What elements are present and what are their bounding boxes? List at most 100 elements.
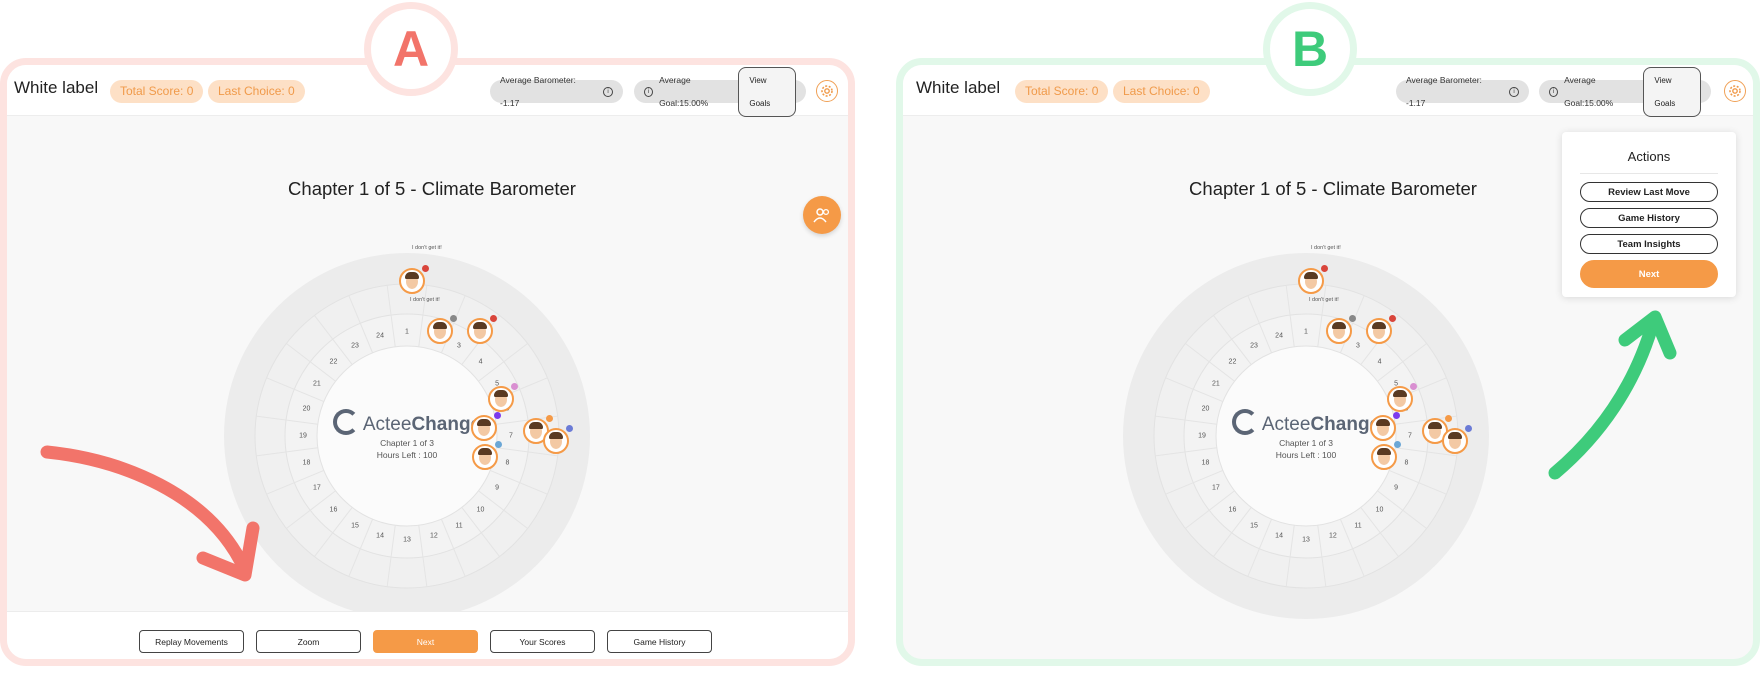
green-arrow-icon	[1548, 310, 1677, 480]
last-choice-pill: Last Choice: 0	[208, 80, 305, 103]
wheel-number: 1	[1304, 328, 1308, 336]
settings-gear-icon[interactable]	[816, 80, 838, 102]
wheel-number: 24	[376, 332, 384, 340]
red-arrow-icon	[40, 445, 260, 582]
player-avatar[interactable]	[488, 386, 514, 412]
player-avatar[interactable]	[471, 415, 497, 441]
player-marker-icon	[546, 415, 553, 422]
player-marker-icon	[422, 265, 429, 272]
wheel-chapter-info: Chapter 1 of 3	[1279, 438, 1333, 448]
wheel-number: 10	[476, 506, 485, 514]
acteechange-logo: ActeeChange	[1231, 409, 1381, 436]
logo-c-icon	[332, 409, 359, 435]
player-avatar[interactable]	[467, 318, 493, 344]
player-marker-icon	[1394, 441, 1401, 448]
wheel-number: 20	[1201, 405, 1210, 413]
player-marker-icon	[1321, 265, 1328, 272]
brand-name: White label	[916, 78, 1001, 97]
player-avatar[interactable]	[399, 268, 425, 294]
wheel-number: 15	[1250, 522, 1258, 530]
wheel-number: 13	[403, 536, 411, 544]
wheel-number: 14	[1275, 532, 1283, 540]
variant-a-badge: A	[364, 2, 458, 96]
your-scores-button[interactable]: Your Scores	[490, 630, 595, 653]
speech-bubble: I don't get it!	[1311, 245, 1341, 251]
wheel-number: 17	[1212, 484, 1220, 492]
player-marker-icon	[1389, 315, 1396, 322]
player-avatar[interactable]	[1387, 386, 1413, 412]
wheel-number: 18	[302, 459, 311, 467]
wheel-number: 21	[313, 380, 321, 388]
player-avatar[interactable]	[472, 444, 498, 470]
wheel-chapter-info: Chapter 1 of 3	[380, 438, 434, 448]
info-icon[interactable]: i	[603, 86, 613, 97]
wheel-number: 16	[1228, 506, 1237, 514]
team-icon	[813, 208, 830, 223]
team-insights-button[interactable]: Team Insights	[1580, 234, 1718, 254]
speech-bubble: I don't get it!	[1309, 297, 1339, 303]
wheel-center: ActeeChange Chapter 1 of 3 Hours Left : …	[1231, 409, 1381, 460]
player-avatar[interactable]	[1371, 444, 1397, 470]
wheel-number: 4	[478, 358, 483, 366]
player-marker-icon	[566, 425, 573, 432]
wheel-center: ActeeChange Chapter 1 of 3 Hours Left : …	[332, 409, 482, 460]
view-goals-button[interactable]: View Goals	[1643, 66, 1701, 117]
wheel-number: 3	[457, 342, 461, 350]
player-avatar[interactable]	[1326, 318, 1352, 344]
team-button[interactable]	[803, 196, 841, 234]
climate-barometer-wheel: 13456789101112131415161718192021222324 A…	[222, 245, 592, 621]
game-history-button[interactable]: Game History	[607, 630, 712, 653]
player-marker-icon	[1445, 415, 1452, 422]
average-goal-label: Average Goal:15.00%	[1564, 74, 1614, 108]
player-avatar[interactable]	[1370, 415, 1396, 441]
average-barometer-pill: Average Barometer: -1.17 i	[1396, 75, 1529, 108]
chapter-title: Chapter 1 of 5 - Climate Barometer	[1189, 178, 1477, 199]
wheel-number: 7	[1408, 432, 1412, 440]
player-avatar[interactable]	[1366, 318, 1392, 344]
player-marker-icon	[494, 412, 501, 419]
info-icon[interactable]: i	[1509, 86, 1519, 97]
wheel-number: 22	[1228, 358, 1237, 366]
player-avatar[interactable]	[1298, 268, 1324, 294]
view-goals-button[interactable]: View Goals	[738, 66, 796, 117]
settings-gear-icon[interactable]	[1724, 80, 1746, 102]
brand-name: White label	[14, 78, 99, 97]
wheel-number: 13	[1302, 536, 1310, 544]
hours-left: Hours Left : 100	[376, 450, 438, 460]
total-score-pill: Total Score: 0	[110, 80, 204, 103]
wheel-number: 23	[1250, 342, 1258, 350]
player-avatar[interactable]	[427, 318, 453, 344]
wheel-number: 19	[299, 432, 307, 440]
player-marker-icon	[490, 315, 497, 322]
player-avatar[interactable]	[1442, 428, 1468, 454]
player-marker-icon	[450, 315, 457, 322]
next-button[interactable]: Next	[373, 630, 478, 653]
zoom-button[interactable]: Zoom	[256, 630, 361, 653]
replay-movements-button[interactable]: Replay Movements	[139, 630, 244, 653]
wheel-number: 19	[1198, 432, 1206, 440]
logo-c-icon	[1231, 409, 1258, 435]
info-icon[interactable]: i	[1549, 86, 1559, 97]
wheel-number: 24	[1275, 332, 1283, 340]
wheel-number: 23	[351, 342, 359, 350]
variant-b-badge: B	[1263, 2, 1357, 96]
average-goal-pill: i Average Goal:15.00% View Goals	[634, 66, 806, 117]
player-avatar[interactable]	[543, 428, 569, 454]
logo-light-text: Actee	[1261, 414, 1311, 435]
wheel-number: 14	[376, 532, 384, 540]
last-choice-pill: Last Choice: 0	[1113, 80, 1210, 103]
average-goal-pill: i Average Goal:15.00% View Goals	[1539, 66, 1711, 117]
wheel-number: 10	[1375, 506, 1384, 514]
wheel-number: 8	[1404, 459, 1409, 467]
chapter-title: Chapter 1 of 5 - Climate Barometer	[288, 178, 576, 199]
review-last-move-button[interactable]: Review Last Move	[1580, 182, 1718, 202]
wheel-number: 22	[329, 358, 338, 366]
speech-bubble: I don't get it!	[410, 297, 440, 303]
logo-light-text: Actee	[362, 414, 412, 435]
wheel-number: 1	[405, 328, 409, 336]
wheel-number: 21	[1212, 380, 1220, 388]
game-history-button[interactable]: Game History	[1580, 208, 1718, 228]
info-icon[interactable]: i	[644, 86, 654, 97]
wheel-number: 8	[505, 459, 510, 467]
next-button[interactable]: Next	[1580, 260, 1718, 288]
